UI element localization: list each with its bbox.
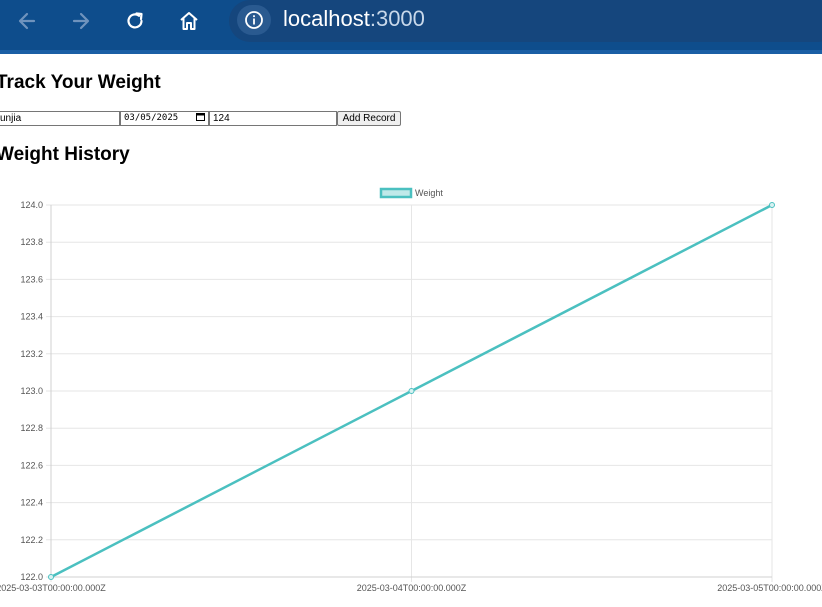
home-icon <box>178 10 200 32</box>
weight-input[interactable] <box>209 111 337 126</box>
y-tick-label: 122.4 <box>20 498 43 508</box>
y-tick-label: 123.4 <box>20 312 43 322</box>
reload-icon <box>124 10 146 32</box>
y-tick-label: 122.6 <box>20 460 43 470</box>
data-point <box>408 388 415 394</box>
y-tick-label: 122.8 <box>20 423 43 433</box>
forward-button[interactable] <box>62 6 100 36</box>
legend-swatch <box>379 187 413 199</box>
page-title: Track Your Weight <box>0 72 161 93</box>
home-button[interactable] <box>170 6 208 36</box>
info-icon[interactable] <box>237 5 271 35</box>
x-tick-label: 2025-03-05T00:00:00.000Z <box>717 583 822 593</box>
legend-label: Weight <box>415 188 443 198</box>
y-tick-label: 122.2 <box>20 535 43 545</box>
date-input[interactable]: 03/05/2025 <box>120 111 209 126</box>
y-tick-label: 123.2 <box>20 349 43 359</box>
name-input[interactable] <box>0 111 120 126</box>
y-tick-label: 124.0 <box>20 200 43 210</box>
data-point <box>48 574 54 580</box>
data-point <box>769 202 775 208</box>
y-tick-label: 123.0 <box>20 386 43 396</box>
date-value: 03/05/2025 <box>124 113 179 123</box>
back-button[interactable] <box>8 6 46 36</box>
weight-line-chart: 122.0 122.2 122.4 122.6 122.8 123.0 123.2 123.4… <box>0 187 822 593</box>
calendar-icon[interactable] <box>196 112 205 126</box>
weight-form: 03/05/2025 Add Record <box>0 111 401 126</box>
arrow-left-icon <box>16 10 38 32</box>
weight-history-title: Weight History <box>0 144 130 165</box>
url-host: localhost <box>283 6 370 31</box>
x-tick-label: 2025-03-04T00:00:00.000Z <box>357 583 467 593</box>
url-port: :3000 <box>369 6 425 31</box>
url-text[interactable]: localhost:3000 <box>283 4 425 34</box>
y-tick-label: 123.8 <box>20 237 43 247</box>
toolbar-divider <box>0 50 822 54</box>
x-tick-label: 2025-03-03T00:00:00.000Z <box>0 583 106 593</box>
y-tick-label: 123.6 <box>20 274 43 284</box>
arrow-right-icon <box>70 10 92 32</box>
add-record-button[interactable]: Add Record <box>337 111 401 126</box>
y-tick-label: 122.0 <box>20 572 43 582</box>
reload-button[interactable] <box>116 6 154 36</box>
